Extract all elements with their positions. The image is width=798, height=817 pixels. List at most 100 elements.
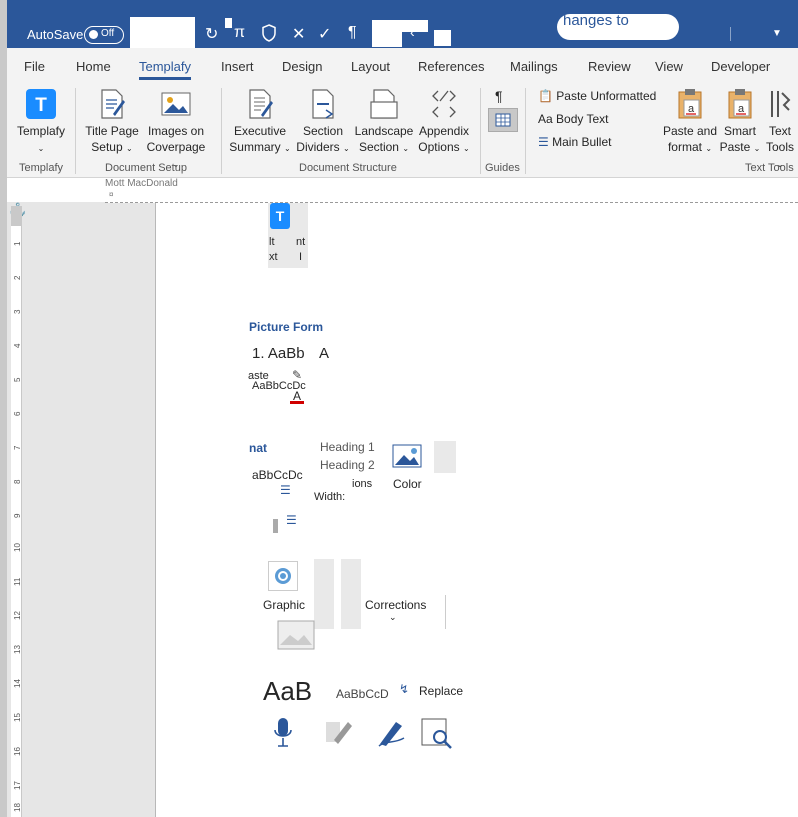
templafy-button[interactable]: T Templafy ⌄ — [14, 88, 68, 157]
title-divider — [730, 27, 731, 41]
heading2-fragment[interactable]: Heading 2 — [320, 458, 375, 472]
table-gridlines-button[interactable] — [488, 108, 518, 132]
shield-icon[interactable] — [261, 24, 277, 47]
fragment-text: xt — [269, 251, 278, 263]
paste-format-label-1: Paste and — [662, 124, 718, 138]
appendix-options-button[interactable]: Appendix Options ⌄ — [415, 88, 473, 157]
render-glitch-block — [372, 20, 402, 47]
tab-view[interactable]: View — [655, 59, 683, 74]
pilcrow-icon[interactable]: ¶ — [348, 24, 357, 42]
title-page-label-1: Title Page — [85, 124, 139, 138]
paste-unformatted-button[interactable]: 📋 Paste Unformatted — [538, 89, 656, 103]
ruler-number: 10 — [13, 543, 22, 552]
corrections-caret[interactable]: ⌄ — [389, 612, 397, 623]
text-tools-label-1: Text — [768, 124, 791, 138]
ruler-number: 2 — [13, 275, 22, 280]
paste-format-icon: a — [678, 89, 702, 119]
section-dividers-button[interactable]: Section Dividers ⌄ — [294, 88, 352, 157]
small-style-sample[interactable]: AaBbCcD — [336, 687, 389, 701]
executive-label-1: Executive — [233, 124, 287, 138]
tab-review[interactable]: Review — [588, 59, 631, 74]
paste-and-format-button[interactable]: a Paste and format ⌄ — [661, 88, 719, 157]
group-separator — [75, 88, 76, 174]
text-tools-button[interactable]: Text Tools ⌄ — [763, 88, 797, 173]
svg-text:T: T — [276, 208, 285, 224]
replace-icon: ↯ — [399, 682, 410, 696]
autosave-state: Off — [101, 28, 115, 39]
word-window: AutoSave Off ↻ π ✕ ✓ ¶ ‹ hanges to ▼ Fil… — [7, 0, 798, 817]
format-fragment: nat — [249, 441, 267, 455]
appendix-label-2: Options — [418, 140, 460, 154]
corrections-label[interactable]: Corrections — [365, 598, 426, 612]
sign-pen-icon[interactable] — [376, 716, 408, 748]
tab-insert[interactable]: Insert — [221, 59, 254, 74]
svg-text:T: T — [35, 95, 47, 116]
pi-icon[interactable]: π — [234, 24, 245, 42]
landscape-label-1: Landscape — [354, 124, 414, 138]
close-x-icon[interactable]: ✕ — [292, 24, 305, 44]
ribbon-tabs: File Home Templafy Insert Design Layout … — [7, 48, 798, 82]
color-picture-icon — [392, 444, 422, 468]
list-icon[interactable]: ☰ — [286, 513, 297, 527]
body-text-label: Body Text — [556, 112, 609, 126]
highlighter-icon[interactable]: ✎ — [292, 368, 302, 382]
smart-paste-button[interactable]: a Smart Paste ⌄ — [718, 88, 762, 157]
back-arrow-icon[interactable]: ‹ — [410, 24, 415, 40]
document-title-search[interactable]: hanges to — [557, 14, 679, 40]
group-separator — [221, 88, 222, 174]
ruler-number: 17 — [13, 781, 22, 790]
ruler-number: 12 — [13, 611, 22, 620]
fragment-text: lt — [269, 236, 275, 248]
replace-label[interactable]: Replace — [419, 684, 463, 698]
width-label: Width: — [314, 491, 346, 503]
list-icon[interactable]: ☰ — [280, 483, 291, 497]
images-label-1: Images on — [147, 124, 205, 138]
header-text: Mott MacDonald — [105, 178, 178, 189]
chevron-down-icon[interactable]: ▼ — [772, 28, 782, 39]
tab-home[interactable]: Home — [76, 59, 111, 74]
body-text-button[interactable]: Aa Body Text — [538, 112, 609, 126]
vertical-ruler[interactable]: 1 2 3 4 5 6 7 8 9 10 11 12 13 14 15 16 1… — [11, 206, 22, 817]
ruler-margin-shade — [11, 206, 22, 226]
render-glitch-block — [130, 17, 195, 48]
font-color-button[interactable]: A — [290, 389, 304, 404]
tab-developer[interactable]: Developer — [711, 59, 770, 74]
templafy-logo-icon: T — [26, 89, 56, 119]
heading1-fragment[interactable]: Heading 1 — [320, 440, 375, 454]
tab-templafy[interactable]: Templafy — [139, 59, 192, 80]
title-bar: AutoSave Off ↻ π ✕ ✓ ¶ ‹ hanges to ▼ — [7, 0, 798, 48]
landscape-section-button[interactable]: Landscape Section ⌄ — [353, 88, 415, 157]
images-on-coverpage-button[interactable]: Images on Coverpage ⌄ — [142, 88, 210, 173]
tab-mailings[interactable]: Mailings — [510, 59, 558, 74]
graphic-button[interactable] — [268, 561, 298, 591]
ruler-number: 6 — [13, 411, 22, 416]
tab-design[interactable]: Design — [282, 59, 322, 74]
smart-paste-label-2: Paste — [719, 140, 751, 154]
check-icon[interactable]: ✓ — [318, 24, 331, 44]
main-bullet-button[interactable]: ☰ Main Bullet — [538, 135, 611, 149]
document-page[interactable]: T lt xt nt I Picture Form 1. AaBb A aste… — [155, 203, 798, 817]
pilcrow-guide-icon[interactable]: ¶ — [495, 88, 503, 104]
autosave-toggle[interactable]: Off — [84, 26, 124, 44]
search-document-icon[interactable] — [420, 717, 454, 749]
tab-references[interactable]: References — [418, 59, 484, 74]
header-zone[interactable]: Mott MacDonald ¤ — [105, 178, 798, 203]
color-label[interactable]: Color — [393, 477, 422, 491]
ruler-number: 13 — [13, 645, 22, 654]
ruler-number: 9 — [13, 513, 22, 518]
big-style-sample[interactable]: AaB — [263, 676, 312, 707]
section-label-2: Dividers — [296, 140, 340, 154]
undo-icon[interactable]: ↻ — [205, 24, 218, 44]
svg-text:a: a — [738, 103, 745, 115]
ruler-number: 14 — [13, 679, 22, 688]
picture-icon — [277, 620, 315, 650]
executive-summary-button[interactable]: Executive Summary ⌄ — [229, 88, 291, 157]
title-page-setup-button[interactable]: Title Page Setup ⌄ — [83, 88, 141, 157]
editor-pen-icon[interactable] — [324, 716, 354, 746]
tab-layout[interactable]: Layout — [351, 59, 390, 74]
ruler-number: 16 — [13, 747, 22, 756]
smart-paste-label-1: Smart — [723, 124, 756, 138]
main-bullet-label: Main Bullet — [552, 135, 612, 149]
dictate-mic-icon[interactable] — [272, 716, 294, 748]
tab-file[interactable]: File — [24, 59, 45, 74]
